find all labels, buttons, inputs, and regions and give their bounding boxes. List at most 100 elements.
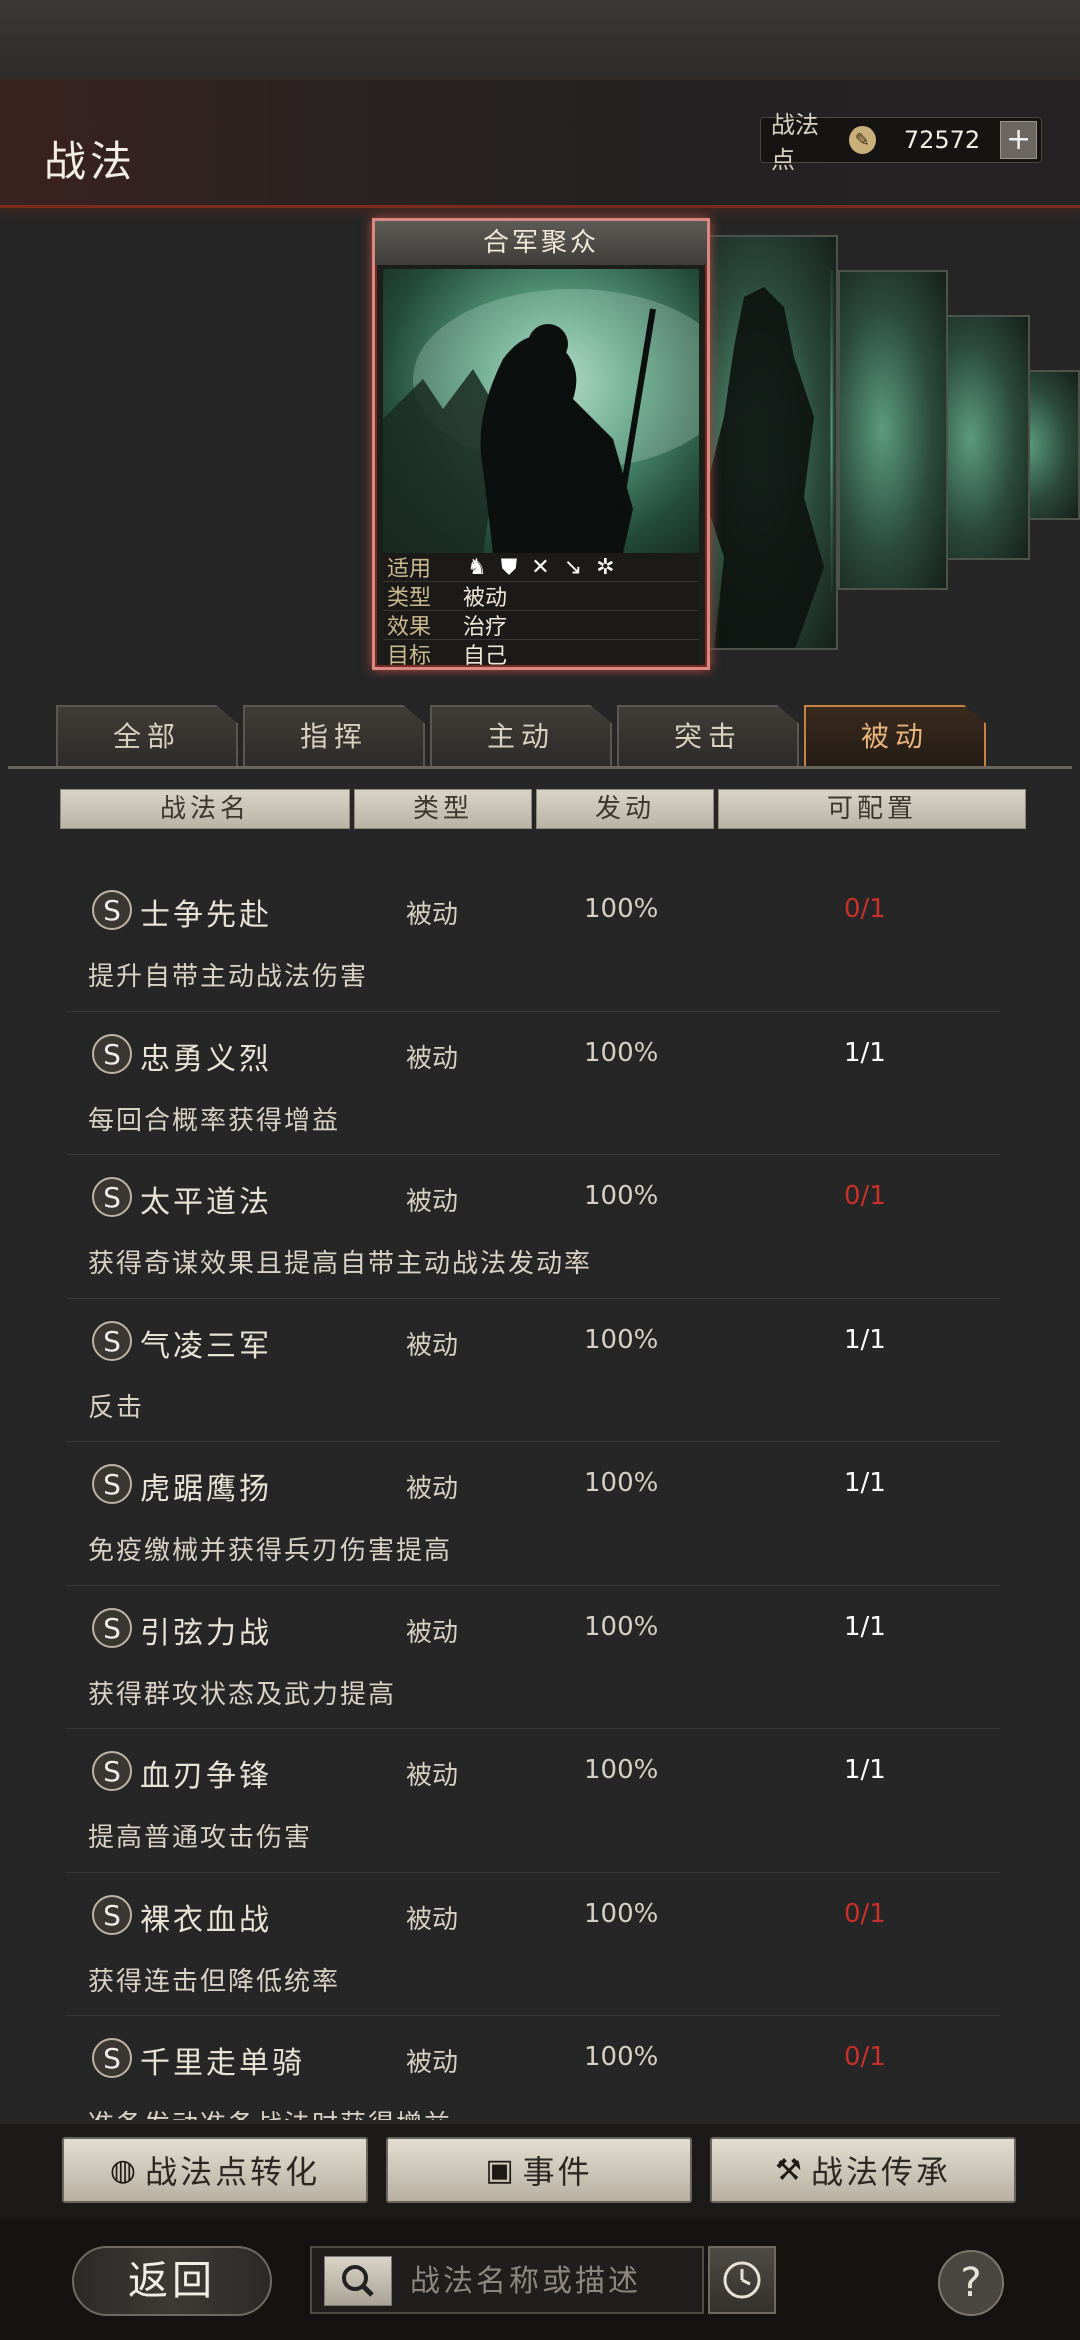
selected-skill-card[interactable]: 合军聚众 适用 ♞ ⛊ ✕ ↘ ✲ 类型 被动 效果 治疗 目标 自己 xyxy=(372,218,710,670)
skill-type: 被动 xyxy=(406,1761,459,1791)
skill-card-back[interactable] xyxy=(702,235,838,650)
stat-key: 适用 xyxy=(387,557,432,582)
column-header-type[interactable]: 类型 xyxy=(354,789,532,829)
skill-config: 0/1 xyxy=(844,894,886,924)
skill-row[interactable]: S 千里走单骑 被动 100% 0/1 准备发动准备战法时获得增益 xyxy=(66,2016,1000,2120)
search-input[interactable] xyxy=(408,2258,696,2304)
skill-row[interactable]: S 忠勇义烈 被动 100% 1/1 每回合概率获得增益 xyxy=(66,1012,1000,1155)
skill-type: 被动 xyxy=(406,1474,459,1504)
skill-name: 虎踞鹰扬 xyxy=(140,1472,272,1507)
tab-all[interactable]: 全部 xyxy=(56,705,238,767)
skill-type: 被动 xyxy=(406,900,459,930)
skill-row[interactable]: S 太平道法 被动 100% 0/1 获得奇谋效果且提高自带主动战法发动率 xyxy=(66,1155,1000,1299)
skill-name: 引弦力战 xyxy=(140,1615,272,1651)
card-artwork xyxy=(383,269,699,553)
tab-active[interactable]: 主动 xyxy=(430,705,612,767)
grade-badge: S xyxy=(92,890,132,930)
points-label: 战法点 xyxy=(771,111,819,174)
page-title: 战法 xyxy=(44,137,137,186)
skill-desc: 提高普通攻击伤害 xyxy=(88,1823,313,1853)
inherit-label: 战法传承 xyxy=(810,2153,951,2191)
skill-config: 0/1 xyxy=(844,2042,886,2072)
unit-type-icons: ♞ ⛊ ✕ ↘ ✲ xyxy=(457,555,615,580)
history-button[interactable] xyxy=(708,2246,776,2314)
skill-rate: 100% xyxy=(584,894,659,924)
grade-badge: S xyxy=(92,1033,132,1074)
skill-config: 1/1 xyxy=(844,1611,886,1642)
skill-config: 0/1 xyxy=(844,1898,886,1929)
event-label: 事件 xyxy=(522,2153,593,2191)
stat-key: 类型 xyxy=(387,586,432,611)
tactic-points-display: 战法点 ✎ 72572 + xyxy=(760,111,1042,174)
skill-type: 被动 xyxy=(406,1617,459,1648)
general-silhouette xyxy=(383,289,699,553)
tab-assault[interactable]: 突击 xyxy=(617,705,799,767)
skill-name: 气凌三军 xyxy=(140,1328,272,1364)
grade-badge: S xyxy=(92,2038,132,2078)
column-header-name[interactable]: 战法名 xyxy=(60,789,350,829)
swirl-icon: ◍ xyxy=(109,2152,140,2188)
grade-badge: S xyxy=(92,1894,132,1935)
wheel-icon: ✲ xyxy=(596,554,615,580)
skill-desc: 准备发动准备战法时获得增益 xyxy=(88,2104,452,2120)
points-value: 72572 xyxy=(903,126,981,154)
skill-card-back[interactable] xyxy=(830,270,834,590)
skill-desc: 反击 xyxy=(88,1392,145,1423)
add-points-button[interactable]: + xyxy=(1000,121,1037,159)
skill-name: 裸衣血战 xyxy=(140,1902,272,1938)
help-button[interactable]: ? xyxy=(938,2250,1004,2316)
stat-row-applicable: 适用 ♞ ⛊ ✕ ↘ ✲ xyxy=(383,553,699,582)
skill-rate: 100% xyxy=(584,1037,659,1068)
skill-rate: 100% xyxy=(584,1468,659,1498)
skill-rate: 100% xyxy=(584,1755,659,1785)
stat-key: 效果 xyxy=(387,615,432,640)
search-button[interactable] xyxy=(324,2256,392,2306)
skill-type: 被动 xyxy=(406,1187,459,1217)
convert-points-button[interactable]: ◍ 战法点转化 xyxy=(62,2137,368,2203)
grade-badge: S xyxy=(92,1320,132,1361)
skill-row[interactable]: S 裸衣血战 被动 100% 0/1 获得连击但降低统率 xyxy=(66,1873,1000,2016)
skill-config: 0/1 xyxy=(844,1181,886,1211)
skill-config: 1/1 xyxy=(844,1037,886,1068)
column-header-rate[interactable]: 发动 xyxy=(536,789,714,829)
grade-badge: S xyxy=(92,1607,132,1648)
skill-name: 千里走单骑 xyxy=(140,2046,305,2081)
skill-name: 太平道法 xyxy=(140,1185,272,1220)
tab-command[interactable]: 指挥 xyxy=(243,705,425,767)
back-button[interactable]: 返回 xyxy=(72,2246,272,2316)
skill-name: 血刃争锋 xyxy=(140,1759,272,1794)
skill-row[interactable]: S 气凌三军 被动 100% 1/1 反击 xyxy=(66,1299,1000,1442)
skill-row[interactable]: S 引弦力战 被动 100% 1/1 获得群攻状态及武力提高 xyxy=(66,1586,1000,1729)
card-title: 合军聚众 xyxy=(375,221,707,265)
stat-value: 自己 xyxy=(463,644,508,669)
skill-rate: 100% xyxy=(584,1324,659,1355)
cavalry-icon: ♞ xyxy=(467,554,487,580)
column-header-config[interactable]: 可配置 xyxy=(718,789,1026,829)
stat-key: 目标 xyxy=(387,644,432,669)
skill-row[interactable]: S 血刃争锋 被动 100% 1/1 提高普通攻击伤害 xyxy=(66,1729,1000,1873)
skill-name: 士争先赴 xyxy=(140,898,272,933)
skill-desc: 获得连击但降低统率 xyxy=(88,1966,341,1997)
grade-badge: S xyxy=(92,1464,132,1504)
tab-divider xyxy=(8,766,1072,769)
tab-passive[interactable]: 被动 xyxy=(804,705,986,767)
card-stats: 适用 ♞ ⛊ ✕ ↘ ✲ 类型 被动 效果 治疗 目标 自己 xyxy=(383,553,699,669)
skill-type: 被动 xyxy=(406,1043,459,1074)
shield-icon: ⛊ xyxy=(500,554,518,580)
skill-row[interactable]: S 虎踞鹰扬 被动 100% 1/1 免疫缴械并获得兵刃伤害提高 xyxy=(66,1442,1000,1586)
skill-rate: 100% xyxy=(584,1898,659,1929)
skill-desc: 提升自带主动战法伤害 xyxy=(88,962,369,992)
skill-row[interactable]: S 士争先赴 被动 100% 0/1 提升自带主动战法伤害 xyxy=(66,868,1000,1012)
hammer-icon: ⚒ xyxy=(775,2152,805,2188)
skill-type: 被动 xyxy=(406,1330,459,1361)
skill-card-back[interactable] xyxy=(838,270,948,590)
skill-rate: 100% xyxy=(584,2042,659,2072)
skill-config: 1/1 xyxy=(844,1324,886,1355)
skill-list[interactable]: S 士争先赴 被动 100% 0/1 提升自带主动战法伤害 S 忠勇义烈 被动 … xyxy=(66,868,1000,2120)
event-button[interactable]: ▣ 事件 xyxy=(386,2137,692,2203)
inherit-button[interactable]: ⚒ 战法传承 xyxy=(710,2137,1016,2203)
search-icon xyxy=(342,2265,374,2297)
stat-value: 被动 xyxy=(463,586,508,611)
skill-desc: 免疫缴械并获得兵刃伤害提高 xyxy=(88,1536,453,1566)
stat-row-target: 目标 自己 xyxy=(383,640,699,669)
